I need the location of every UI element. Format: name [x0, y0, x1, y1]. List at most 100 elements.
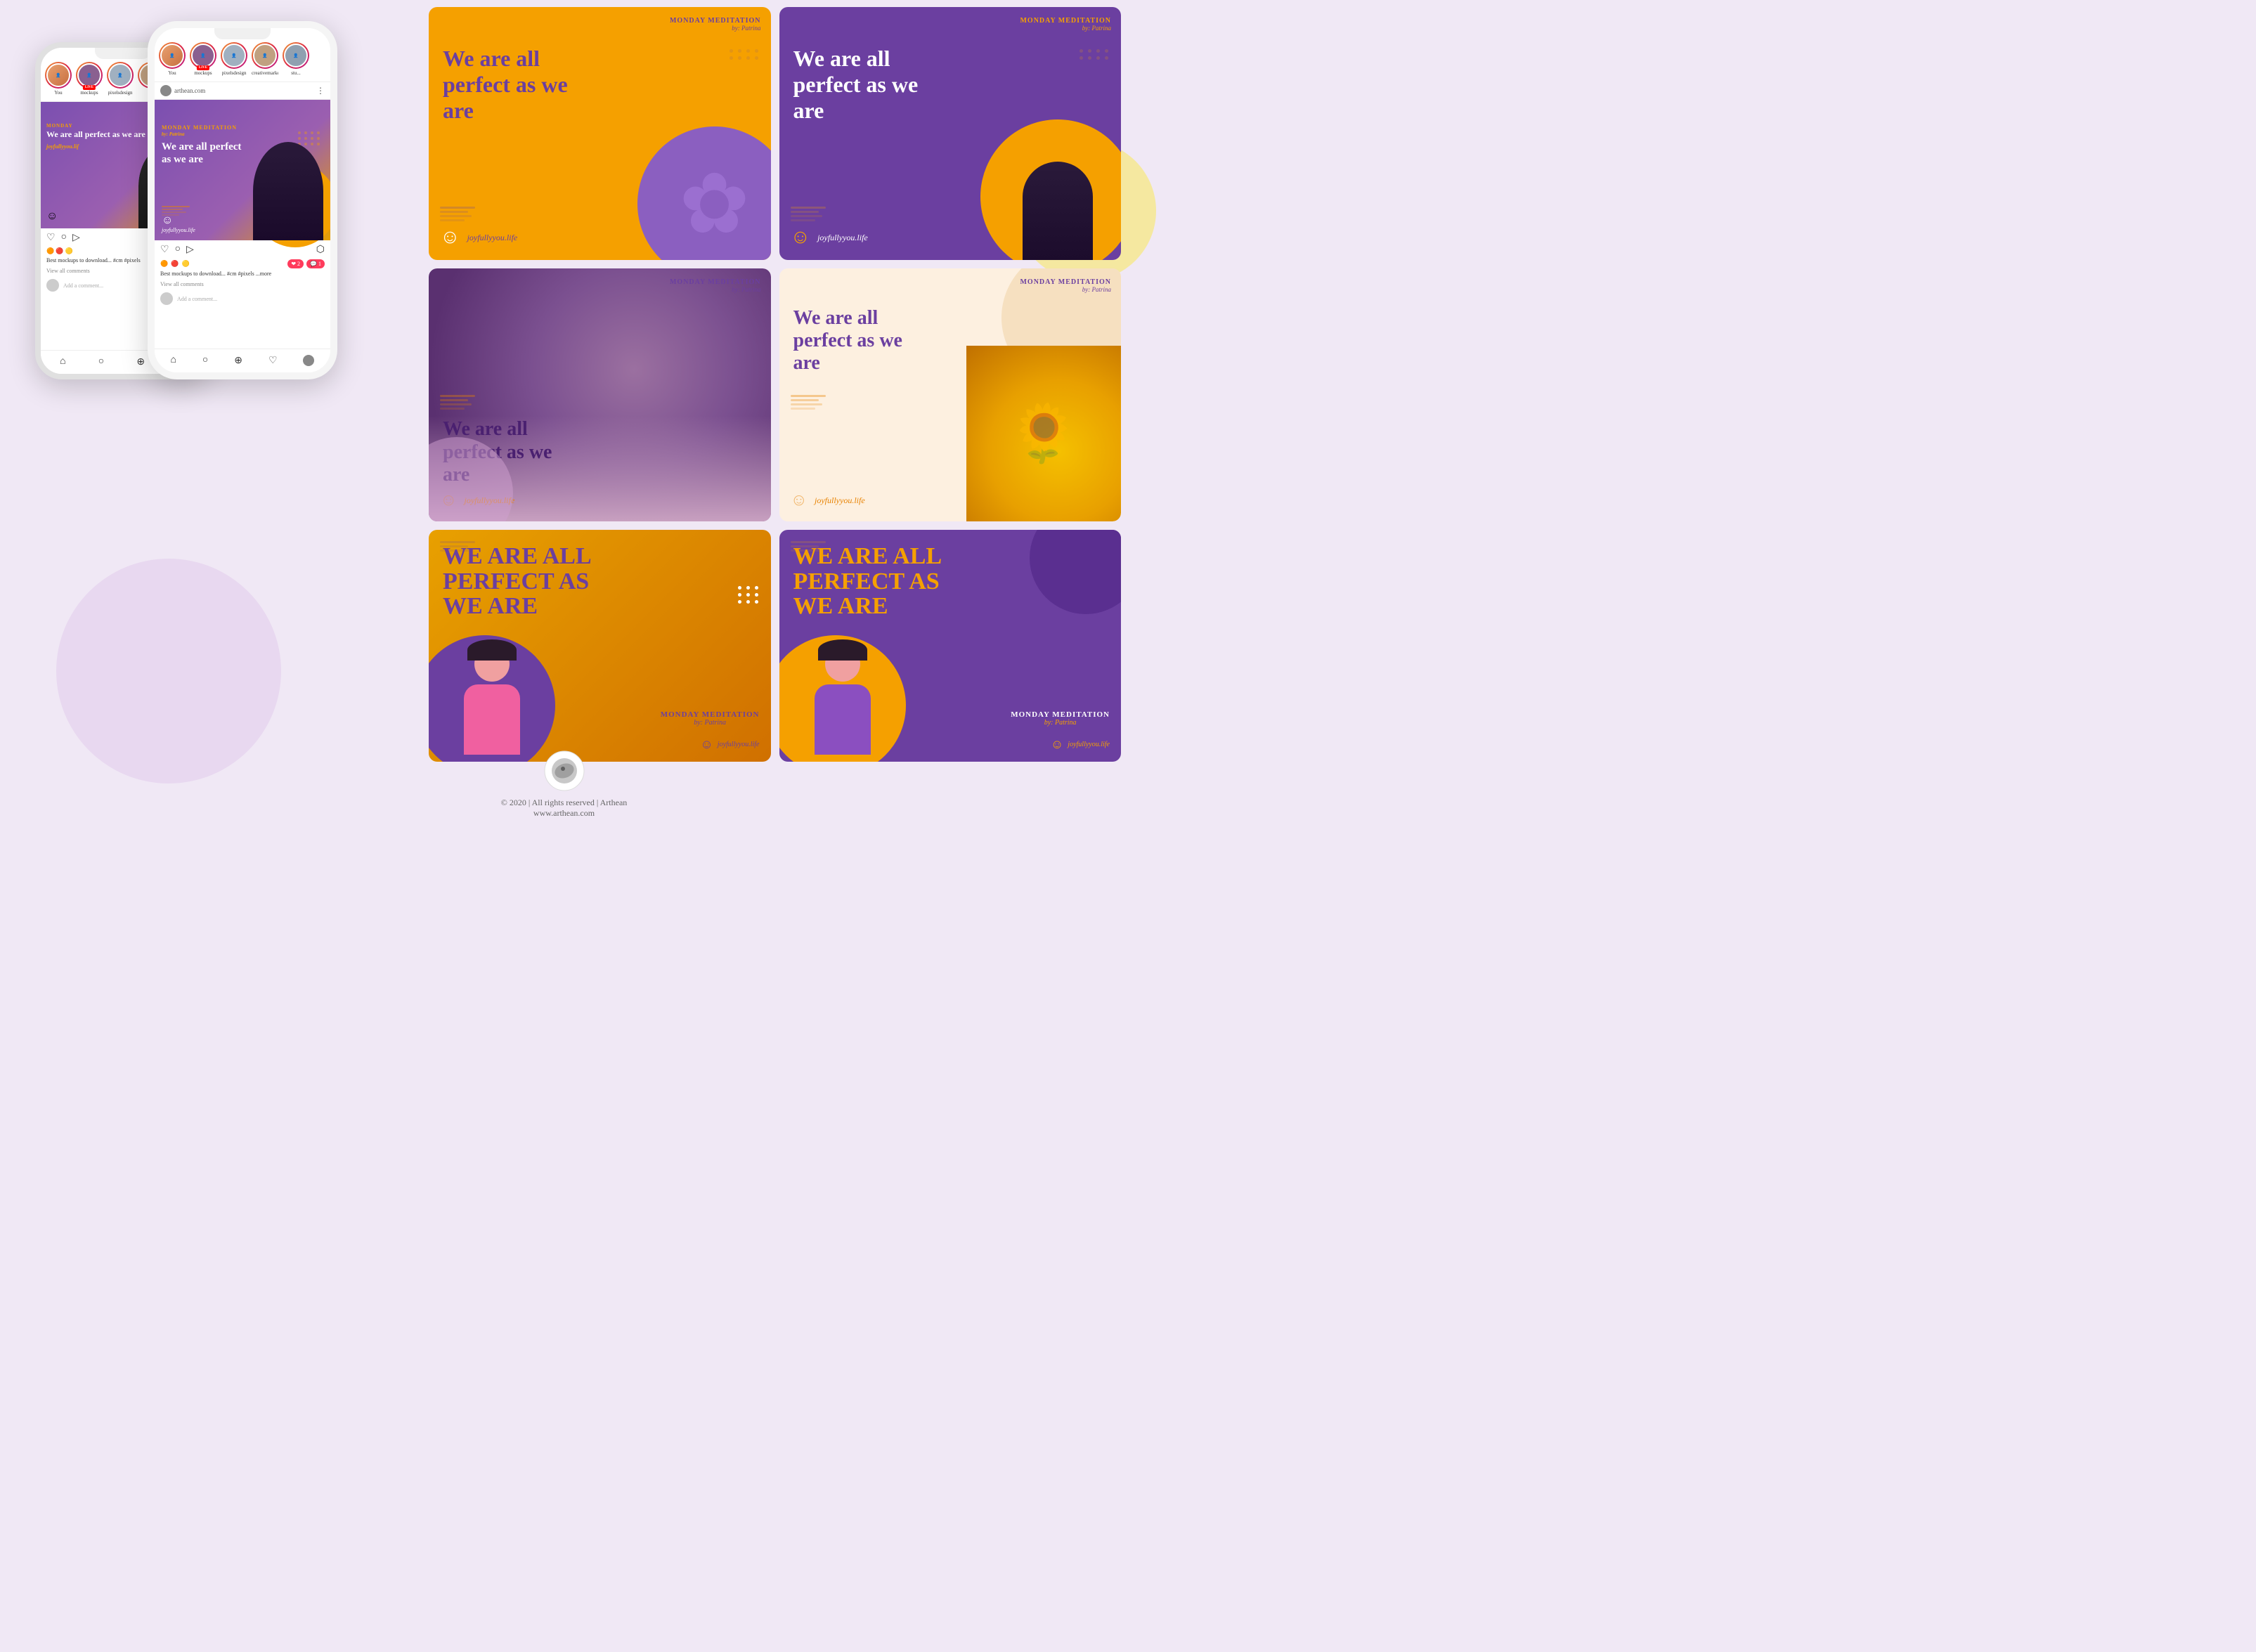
browser-icon-front [160, 85, 171, 96]
story-label-mockups-back: mockups [80, 90, 98, 96]
live-badge: LIVE [83, 85, 96, 90]
lines-card4 [791, 395, 826, 410]
post-header-front: MONDAY MEDITATION [162, 124, 246, 131]
post-caption-front: Best mockups to download... #cm #pixels … [155, 268, 330, 279]
phone-front: 👤 You 👤 LIVE mo [148, 21, 337, 379]
card6-main-text: WE ARE ALL PERFECT AS WE ARE [793, 544, 948, 619]
comment-count-front: 💬 1 [306, 259, 325, 268]
comment-field-front[interactable]: Add a comment... [177, 296, 325, 302]
post-url-back: joyfullyyou.lif [46, 143, 145, 150]
card4-header-title: MONDAY MEDITATION [1020, 278, 1111, 286]
footer-copyright: © 2020 | All rights reserved | Arthean [0, 798, 1128, 808]
comment-icon-front[interactable]: ○ [175, 244, 181, 256]
like-count-front: ❤ 2 [287, 259, 304, 268]
share-icon-front[interactable]: ▷ [186, 244, 194, 256]
card3-header: MONDAY MEDITATION by: Patrina [670, 278, 761, 293]
card-purple-cartoon: WE ARE ALL PERFECT AS WE ARE MONDAY MEDI… [779, 530, 1122, 762]
smiley-card1: ☺ [440, 226, 460, 249]
card1-header: MONDAY MEDITATION by: Patrina [670, 17, 761, 32]
card4-url: joyfullyyou.life [815, 495, 865, 506]
story-label-mockups-front: mockups [194, 70, 212, 76]
home-nav-front[interactable]: ⌂ [170, 355, 176, 367]
heart-nav-front[interactable]: ♡ [268, 355, 278, 367]
share-icon-back[interactable]: ▷ [72, 232, 80, 244]
bookmark-icon-front[interactable]: ⬡ [316, 244, 325, 256]
post-text-overlay-back: MONDAY We are all perfect as we are joyf… [46, 123, 145, 150]
heart-icon-front[interactable]: ♡ [160, 244, 169, 256]
browser-url-front: arthean.com [174, 87, 205, 94]
card-cream-sunflower: 🌻 MONDAY MEDITATION by: Patrina We are a… [779, 268, 1122, 521]
home-nav-back[interactable]: ⌂ [60, 356, 65, 368]
footer-logo [543, 750, 585, 792]
card5-sub: MONDAY MEDITATION by: Patrina [661, 710, 760, 727]
card2-footer: ☺ joyfullyyou.life [791, 226, 868, 249]
profile-nav-front[interactable] [303, 355, 314, 366]
card1-header-title: MONDAY MEDITATION [670, 17, 761, 25]
story-label-creative-front: creativemarket [252, 70, 278, 76]
story-creative-front[interactable]: 👤 creativemarket [252, 42, 278, 76]
card2-main-text: We are all perfect as we are [793, 46, 934, 123]
card-lavender: MONDAY MEDITATION by: Patrina We are all… [429, 268, 771, 521]
search-nav-back[interactable]: ○ [98, 356, 104, 368]
post-image-front: MONDAY MEDITATION by: Patrina We are all… [155, 100, 330, 240]
search-nav-front[interactable]: ○ [202, 355, 208, 367]
card1-main-text: We are all perfect as we are [443, 46, 583, 123]
card2-header-subtitle: by: Patrina [1020, 25, 1111, 32]
instagram-ui-front: 👤 You 👤 LIVE mo [155, 28, 330, 372]
card5-url: joyfullyyou.life [718, 741, 760, 748]
card-purple-woman: MONDAY MEDITATION by: Patrina We are all… [779, 7, 1122, 260]
story-you-back[interactable]: 👤 You [45, 62, 72, 96]
card6-sub-subheader: by: Patrina [1011, 719, 1110, 727]
card4-header-subtitle: by: Patrina [1020, 286, 1111, 293]
card-orange-flower: ✿ MONDAY MEDITATION by: Patrina We are a… [429, 7, 771, 260]
comment-icon-back[interactable]: ○ [61, 232, 67, 244]
action-icons-front: ♡ ○ ▷ [160, 244, 194, 256]
story-mockups-front[interactable]: 👤 LIVE mockups [190, 42, 216, 76]
browser-menu-front[interactable]: ⋮ [316, 86, 325, 96]
card4-header: MONDAY MEDITATION by: Patrina [1020, 278, 1111, 293]
card2-header: MONDAY MEDITATION by: Patrina [1020, 17, 1111, 32]
post-url-front: joyfullyyou.life [162, 227, 195, 233]
card5-sub-subheader: by: Patrina [661, 719, 760, 727]
post-header-back: MONDAY [46, 123, 145, 129]
story-stu-front[interactable]: 👤 stu... [283, 42, 309, 76]
commenter-avatar-back [46, 279, 59, 292]
phones-area: 👤 You 👤 LIVE mo [21, 14, 429, 478]
commenter-avatar-front [160, 292, 173, 305]
live-badge-front: LIVE [197, 65, 209, 70]
post-bottom-front: ☺ joyfullyyou.life [162, 214, 195, 233]
card3-header-title: MONDAY MEDITATION [670, 278, 761, 286]
footer: © 2020 | All rights reserved | Arthean w… [0, 750, 1128, 819]
card-orange-cartoon: WE ARE ALL PERFECT AS WE ARE MONDAY MEDI… [429, 530, 771, 762]
add-nav-front[interactable]: ⊕ [234, 355, 242, 367]
smiley-back: ☺ [46, 210, 58, 223]
smiley-front: ☺ [162, 214, 195, 227]
story-pixels-back[interactable]: 👤 pixelsdesign [107, 62, 134, 96]
story-you-front[interactable]: 👤 You [159, 42, 186, 76]
dots-card5 [738, 586, 760, 604]
heart-icon-back[interactable]: ♡ [46, 232, 56, 244]
story-label-you-front: You [168, 70, 176, 76]
cards-grid: ✿ MONDAY MEDITATION by: Patrina We are a… [429, 7, 1121, 762]
card4-footer: ☺ joyfullyyou.life [791, 491, 865, 510]
dots-card1 [730, 49, 760, 60]
card5-main-text: WE ARE ALL PERFECT AS WE ARE [443, 544, 597, 619]
sunflower-woman: 🌻 [966, 346, 1121, 521]
footer-website: www.arthean.com [0, 808, 1128, 819]
story-pixels-front[interactable]: 👤 pixelsdesign [221, 42, 247, 76]
card2-header-title: MONDAY MEDITATION [1020, 17, 1111, 25]
dots-card2 [1080, 49, 1110, 60]
story-mockups-back[interactable]: 👤 LIVE mockups [76, 62, 103, 96]
story-label-pixels-front: pixelsdesign [222, 70, 247, 76]
card4-main-text: We are all perfect as we are [793, 307, 920, 375]
woman-circle-card2 [980, 119, 1121, 260]
cartoon-woman-purple [793, 614, 892, 755]
action-icons-back: ♡ ○ ▷ [46, 232, 80, 244]
view-comments-front[interactable]: View all comments [155, 279, 330, 290]
reactions-front: 🟠 🔴 🟡 ❤ 2 💬 1 [155, 259, 330, 268]
browser-bar-front: arthean.com ⋮ [155, 82, 330, 100]
lines-card1 [440, 207, 475, 221]
add-nav-back[interactable]: ⊕ [136, 356, 145, 368]
card3-header-subtitle: by: Patrina [670, 286, 761, 293]
flower-circle: ✿ [637, 126, 771, 260]
